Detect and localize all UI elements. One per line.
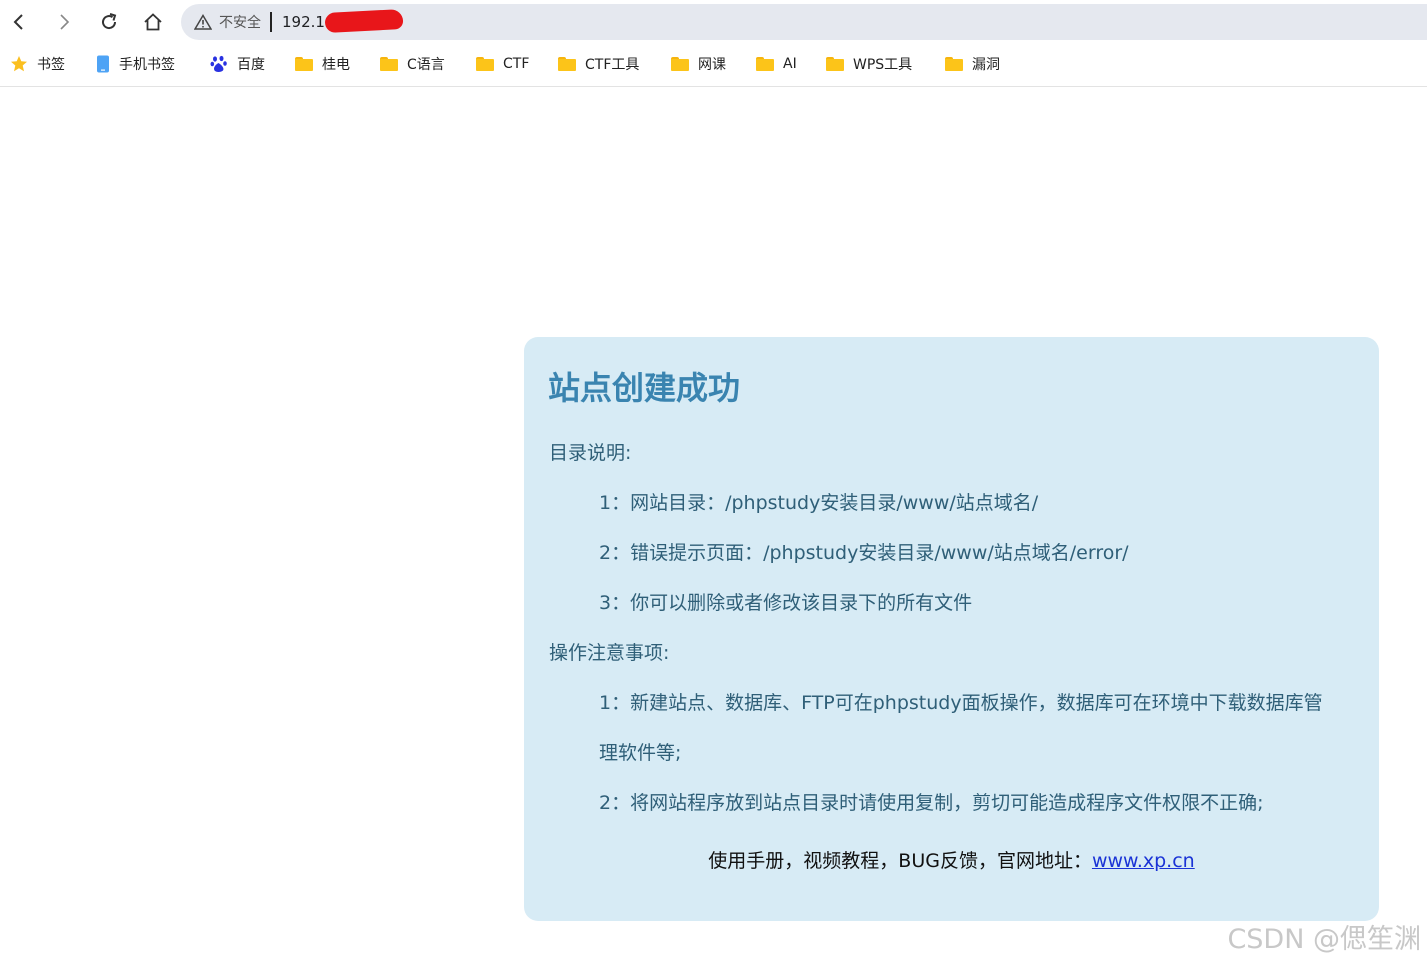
bookmark-label: 书签 bbox=[37, 57, 65, 73]
address-divider bbox=[270, 12, 272, 32]
baidu-paw-icon bbox=[210, 55, 228, 73]
bookmark-folder-ctf[interactable]: CTF bbox=[476, 52, 529, 76]
csdn-watermark: CSDN @偲笙渊 bbox=[1227, 924, 1421, 955]
bookmark-label: 手机书签 bbox=[119, 57, 175, 73]
bookmark-baidu[interactable]: 百度 bbox=[210, 52, 265, 76]
bookmark-label: AI bbox=[783, 56, 797, 72]
official-site-link[interactable]: www.xp.cn bbox=[1092, 850, 1195, 872]
bookmark-label: CTF bbox=[503, 56, 530, 72]
bookmark-label: CTF工具 bbox=[585, 57, 640, 73]
directory-item: 2：错误提示页面：/phpstudy安装目录/www/站点域名/error/ bbox=[599, 542, 1129, 564]
security-label[interactable]: 不安全 bbox=[219, 12, 261, 32]
forward-button[interactable] bbox=[48, 6, 80, 38]
bookmark-label: C语言 bbox=[407, 57, 445, 73]
folder-icon bbox=[671, 57, 689, 71]
folder-icon bbox=[756, 57, 774, 71]
site-created-card: 站点创建成功 目录说明: 1：网站目录：/phpstudy安装目录/www/站点… bbox=[524, 337, 1379, 921]
reload-icon bbox=[102, 13, 117, 30]
directory-heading: 目录说明: bbox=[549, 442, 632, 464]
folder-icon bbox=[295, 57, 313, 71]
bookmark-folder-ai[interactable]: AI bbox=[756, 52, 797, 76]
bookmark-label: 网课 bbox=[698, 57, 726, 73]
bookmark-folder-ctf-tools[interactable]: CTF工具 bbox=[558, 52, 639, 76]
operations-item: 2：将网站程序放到站点目录时请使用复制，剪切可能造成程序文件权限不正确; bbox=[599, 792, 1264, 814]
bookmark-bookmarks[interactable]: 书签 bbox=[10, 52, 65, 76]
directory-item: 3：你可以删除或者修改该目录下的所有文件 bbox=[599, 592, 973, 614]
warning-triangle-icon[interactable] bbox=[194, 14, 212, 30]
home-button[interactable] bbox=[137, 6, 169, 38]
bookmark-mobile[interactable]: 手机书签 bbox=[96, 52, 175, 76]
folder-icon bbox=[945, 57, 963, 71]
url-text[interactable]: 192.1 bbox=[282, 13, 325, 31]
page-title: 站点创建成功 bbox=[548, 369, 741, 407]
directory-item: 1：网站目录：/phpstudy安装目录/www/站点域名/ bbox=[599, 492, 1039, 514]
folder-icon bbox=[558, 57, 576, 71]
forward-arrow-icon bbox=[60, 14, 70, 30]
help-text: 使用手册，视频教程，BUG反馈，官网地址： bbox=[708, 850, 1092, 872]
reload-button[interactable] bbox=[93, 6, 125, 38]
browser-toolbar: 不安全 192.1 bbox=[0, 0, 1427, 44]
help-footer: 使用手册，视频教程，BUG反馈，官网地址：www.xp.cn bbox=[524, 846, 1379, 873]
operations-item-line: 理软件等; bbox=[599, 742, 682, 764]
star-icon bbox=[10, 55, 28, 73]
bookmarks-bar: 书签 手机书签 百度 桂电 C语言 CTF CTF工具 网课 AI WPS工具 bbox=[0, 44, 1427, 87]
home-icon bbox=[144, 13, 162, 31]
folder-icon bbox=[476, 57, 494, 71]
bookmark-label: 漏洞 bbox=[972, 57, 1000, 73]
bookmark-folder-wps-tools[interactable]: WPS工具 bbox=[826, 52, 912, 76]
phone-icon bbox=[96, 55, 110, 73]
folder-icon bbox=[826, 57, 844, 71]
bookmark-folder-c-language[interactable]: C语言 bbox=[380, 52, 445, 76]
bookmark-folder-guidian[interactable]: 桂电 bbox=[295, 52, 350, 76]
bookmark-label: 百度 bbox=[237, 57, 265, 73]
redaction-mark bbox=[324, 8, 404, 34]
bookmark-folder-online-courses[interactable]: 网课 bbox=[671, 52, 726, 76]
bookmark-folder-vulnerabilities[interactable]: 漏洞 bbox=[945, 52, 1000, 76]
operations-item-line: 1：新建站点、数据库、FTP可在phpstudy面板操作，数据库可在环境中下载数… bbox=[599, 692, 1323, 714]
folder-icon bbox=[380, 57, 398, 71]
operations-heading: 操作注意事项: bbox=[549, 642, 670, 664]
bookmark-label: 桂电 bbox=[322, 57, 350, 73]
back-arrow-icon bbox=[13, 14, 23, 30]
bookmark-label: WPS工具 bbox=[853, 57, 913, 73]
back-button[interactable] bbox=[3, 6, 35, 38]
